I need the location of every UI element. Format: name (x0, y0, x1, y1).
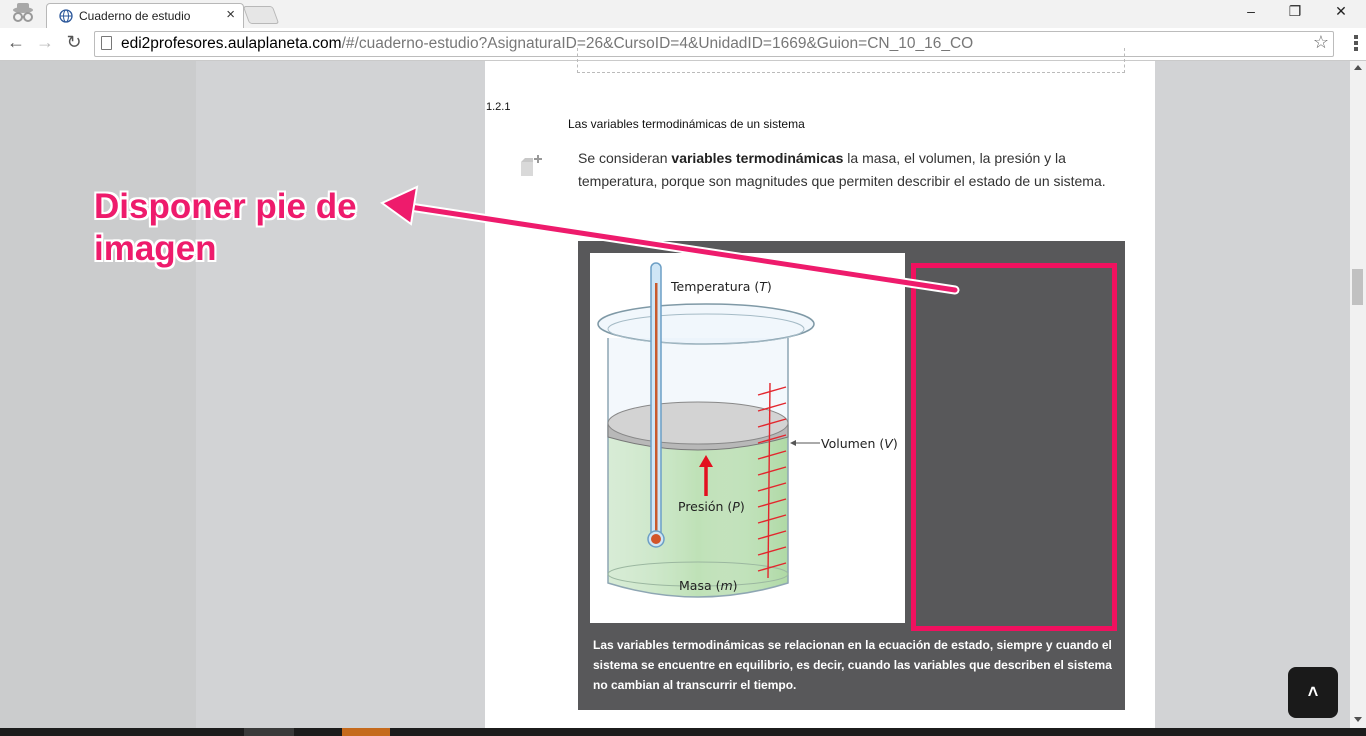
annotation-label: Disponer pie de imagen (94, 187, 357, 268)
taskbar-item[interactable] (244, 728, 294, 736)
taskbar-item[interactable] (342, 728, 390, 736)
scroll-to-top-button[interactable]: ˄ (1288, 667, 1338, 718)
os-taskbar (0, 728, 1366, 736)
annotation-arrow (380, 185, 960, 295)
